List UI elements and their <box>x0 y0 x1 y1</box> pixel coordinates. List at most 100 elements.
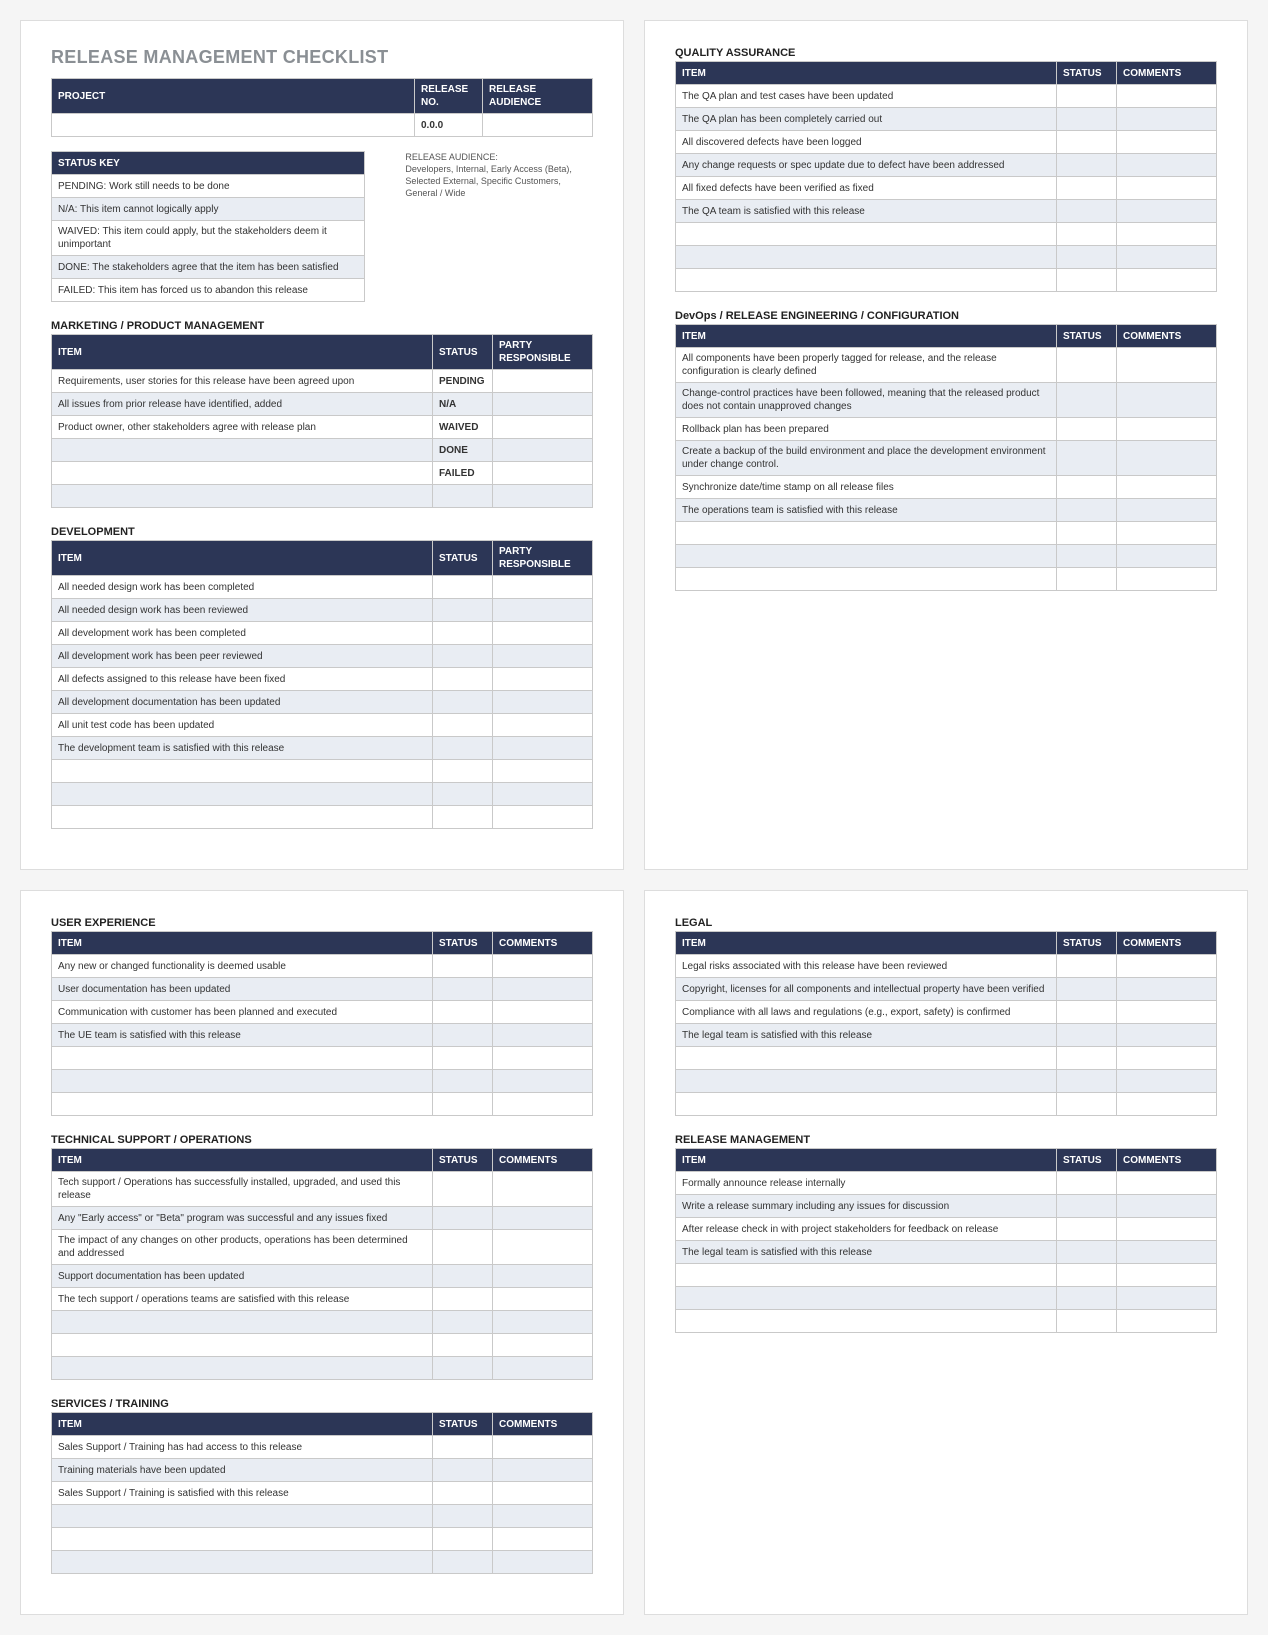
item-cell[interactable]: Write a release summary including any is… <box>676 1195 1057 1218</box>
comments-cell[interactable] <box>1117 476 1217 499</box>
comments-cell[interactable] <box>1117 1172 1217 1195</box>
comments-cell[interactable] <box>1117 1195 1217 1218</box>
item-cell[interactable]: Compliance with all laws and regulations… <box>676 1001 1057 1024</box>
item-cell[interactable] <box>676 545 1057 568</box>
comments-cell[interactable] <box>1117 1001 1217 1024</box>
comments-cell[interactable] <box>1117 246 1217 269</box>
party-cell[interactable] <box>493 576 593 599</box>
party-cell[interactable] <box>493 485 593 508</box>
status-cell[interactable] <box>433 714 493 737</box>
item-cell[interactable]: Rollback plan has been prepared <box>676 418 1057 441</box>
item-cell[interactable] <box>676 1070 1057 1093</box>
item-cell[interactable] <box>676 1264 1057 1287</box>
status-cell[interactable] <box>433 806 493 829</box>
status-cell[interactable] <box>433 1070 493 1093</box>
status-cell[interactable] <box>433 955 493 978</box>
status-cell[interactable] <box>1057 499 1117 522</box>
item-cell[interactable]: The development team is satisfied with t… <box>52 737 433 760</box>
comments-cell[interactable] <box>1117 955 1217 978</box>
comments-cell[interactable] <box>493 1459 593 1482</box>
comments-cell[interactable] <box>493 1207 593 1230</box>
status-cell[interactable] <box>433 737 493 760</box>
status-cell[interactable] <box>1057 441 1117 476</box>
item-cell[interactable]: User documentation has been updated <box>52 978 433 1001</box>
comments-cell[interactable] <box>493 1265 593 1288</box>
item-cell[interactable] <box>52 1551 433 1574</box>
status-cell[interactable] <box>433 1334 493 1357</box>
item-cell[interactable] <box>676 1047 1057 1070</box>
comments-cell[interactable] <box>1117 383 1217 418</box>
comments-cell[interactable] <box>493 1551 593 1574</box>
status-cell[interactable] <box>1057 269 1117 292</box>
status-cell[interactable] <box>1057 1195 1117 1218</box>
status-cell[interactable] <box>1057 1264 1117 1287</box>
status-cell[interactable] <box>433 760 493 783</box>
status-cell[interactable] <box>433 1230 493 1265</box>
item-cell[interactable]: All issues from prior release have ident… <box>52 393 433 416</box>
item-cell[interactable]: Tech support / Operations has successful… <box>52 1172 433 1207</box>
status-cell[interactable]: N/A <box>433 393 493 416</box>
status-cell[interactable] <box>1057 223 1117 246</box>
status-cell[interactable] <box>433 1172 493 1207</box>
comments-cell[interactable] <box>493 1172 593 1207</box>
item-cell[interactable] <box>52 783 433 806</box>
party-cell[interactable] <box>493 806 593 829</box>
comments-cell[interactable] <box>1117 1024 1217 1047</box>
item-cell[interactable]: Legal risks associated with this release… <box>676 955 1057 978</box>
comments-cell[interactable] <box>493 1528 593 1551</box>
status-cell[interactable] <box>433 1024 493 1047</box>
item-cell[interactable]: The QA plan has been completely carried … <box>676 108 1057 131</box>
item-cell[interactable] <box>52 1311 433 1334</box>
item-cell[interactable]: Any new or changed functionality is deem… <box>52 955 433 978</box>
status-cell[interactable]: DONE <box>433 439 493 462</box>
comments-cell[interactable] <box>1117 177 1217 200</box>
status-cell[interactable] <box>1057 522 1117 545</box>
item-cell[interactable]: The QA team is satisfied with this relea… <box>676 200 1057 223</box>
party-cell[interactable] <box>493 645 593 668</box>
item-cell[interactable] <box>676 1287 1057 1310</box>
item-cell[interactable]: All development documentation has been u… <box>52 691 433 714</box>
item-cell[interactable]: Create a backup of the build environment… <box>676 441 1057 476</box>
comments-cell[interactable] <box>1117 269 1217 292</box>
comments-cell[interactable] <box>1117 978 1217 1001</box>
item-cell[interactable]: The impact of any changes on other produ… <box>52 1230 433 1265</box>
comments-cell[interactable] <box>493 1334 593 1357</box>
status-cell[interactable]: FAILED <box>433 462 493 485</box>
item-cell[interactable] <box>52 1334 433 1357</box>
status-cell[interactable] <box>1057 1172 1117 1195</box>
status-cell[interactable] <box>433 783 493 806</box>
status-cell[interactable] <box>1057 1241 1117 1264</box>
comments-cell[interactable] <box>1117 441 1217 476</box>
status-cell[interactable] <box>433 622 493 645</box>
status-cell[interactable] <box>1057 1024 1117 1047</box>
item-cell[interactable]: All development work has been peer revie… <box>52 645 433 668</box>
status-cell[interactable] <box>433 576 493 599</box>
item-cell[interactable]: Any change requests or spec update due t… <box>676 154 1057 177</box>
status-cell[interactable] <box>433 485 493 508</box>
comments-cell[interactable] <box>1117 1241 1217 1264</box>
comments-cell[interactable] <box>1117 1287 1217 1310</box>
party-cell[interactable] <box>493 439 593 462</box>
party-cell[interactable] <box>493 370 593 393</box>
comments-cell[interactable] <box>1117 108 1217 131</box>
status-cell[interactable] <box>433 1311 493 1334</box>
item-cell[interactable] <box>676 568 1057 591</box>
comments-cell[interactable] <box>1117 223 1217 246</box>
comments-cell[interactable] <box>1117 1310 1217 1333</box>
status-cell[interactable] <box>433 978 493 1001</box>
item-cell[interactable]: All defects assigned to this release hav… <box>52 668 433 691</box>
comments-cell[interactable] <box>1117 499 1217 522</box>
status-cell[interactable] <box>433 691 493 714</box>
status-cell[interactable] <box>1057 1070 1117 1093</box>
status-cell[interactable] <box>1057 131 1117 154</box>
status-cell[interactable] <box>433 1047 493 1070</box>
status-cell[interactable] <box>433 1482 493 1505</box>
status-cell[interactable] <box>433 645 493 668</box>
item-cell[interactable]: The legal team is satisfied with this re… <box>676 1241 1057 1264</box>
release-audience-value[interactable] <box>483 114 593 137</box>
status-cell[interactable] <box>1057 108 1117 131</box>
comments-cell[interactable] <box>1117 1264 1217 1287</box>
item-cell[interactable]: The operations team is satisfied with th… <box>676 499 1057 522</box>
comments-cell[interactable] <box>493 1047 593 1070</box>
item-cell[interactable] <box>676 522 1057 545</box>
